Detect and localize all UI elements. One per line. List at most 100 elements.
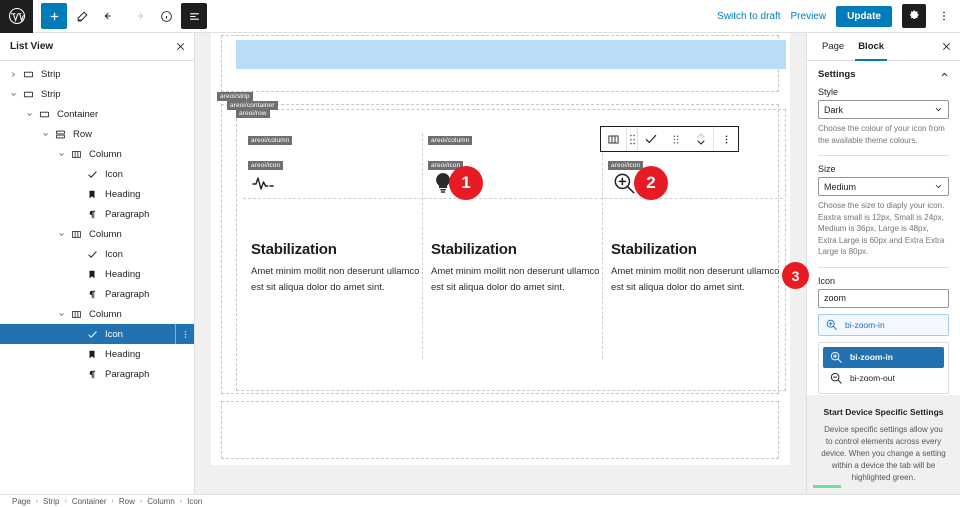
kebab-menu-icon[interactable] [713,127,738,151]
chevron-down-icon[interactable] [54,311,68,318]
zoom-in-icon [829,350,843,364]
close-icon[interactable] [941,41,952,52]
icon-current-selection[interactable]: bi-zoom-in [818,313,949,336]
breadcrumb: Page › Strip › Container › Row › Column › Icon [0,494,960,507]
style-select-value: Dark [824,104,844,115]
list-view-item-paragraph-15[interactable]: Paragraph [0,364,194,384]
breadcrumb-separator: › [64,497,67,505]
list-view-item-label: Column [89,308,122,320]
breadcrumb-item-column[interactable]: Column [147,497,175,506]
chevron-down-icon[interactable] [6,91,20,98]
list-view-item-icon-9[interactable]: Icon [0,244,194,264]
column-paragraph: Amet minim mollit non deserunt ullamco e… [431,266,600,293]
breadcrumb-separator: › [139,497,143,505]
tools-button[interactable] [69,3,95,29]
size-help-text: Choose the size to diaply your icon. Eax… [818,201,945,256]
strip-icon [20,89,36,100]
breadcrumb-separator: › [35,497,39,505]
settings-heading: Settings [818,68,856,80]
list-view-icon[interactable] [181,3,207,29]
breadcrumb-item-row[interactable]: Row [119,497,135,506]
divider [818,266,949,268]
style-select[interactable]: Dark [818,100,949,119]
settings-section-header[interactable]: Settings [807,61,960,87]
chevron-down-icon [934,105,943,114]
heading-icon [84,349,100,360]
list-view-item-row-3[interactable]: Row [0,124,194,144]
breadcrumb-item-icon[interactable]: Icon [187,497,202,506]
chevron-right-icon[interactable] [6,71,20,78]
breadcrumb-item-page[interactable]: Page [12,497,31,506]
close-icon[interactable] [175,41,186,52]
chevron-up-icon[interactable] [940,70,949,79]
chevron-down-icon[interactable] [38,131,52,138]
editor-canvas: areoi/strip Stabilization Amet minim mol… [195,33,806,494]
list-view-item-column-12[interactable]: Column [0,304,194,324]
kebab-menu-icon[interactable] [175,324,190,344]
list-view-item-paragraph-7[interactable]: Paragraph [0,204,194,224]
gear-icon[interactable] [902,4,926,28]
update-button[interactable]: Update [836,5,892,27]
breadcrumb-item-container[interactable]: Container [72,497,107,506]
block-label-column-2: areoi/column [428,136,473,145]
drag-handle-icon[interactable] [663,127,688,151]
list-view-item-column-8[interactable]: Column [0,224,194,244]
breadcrumb-item-strip[interactable]: Strip [43,497,59,506]
info-icon[interactable] [153,3,179,29]
check-icon [84,249,100,260]
column-icon [68,149,84,160]
list-view-panel: List View Strip Strip Container Row Column Ic… [0,33,195,494]
list-view-item-strip-0[interactable]: Strip [0,64,194,84]
list-view-item-icon-5[interactable]: Icon [0,164,194,184]
list-view-item-label: Column [89,148,122,160]
device-panel-text: Device specific settings allow you to co… [821,425,946,482]
block-strip-bottom[interactable] [221,401,779,459]
inspector-tabs: Page Block [807,33,960,61]
drag-handle-icon[interactable] [626,127,638,151]
block-inspector-panel: Page Block Settings Style Dark Choose th… [806,33,960,494]
wordpress-logo-icon[interactable] [0,0,33,33]
column-icon [68,229,84,240]
block-strip-top[interactable] [221,35,786,92]
list-view-item-column-4[interactable]: Column [0,144,194,164]
icon-search-input[interactable]: zoom [818,288,949,308]
chevron-down-icon[interactable] [54,151,68,158]
undo-button[interactable] [97,3,123,29]
paragraph-icon [84,209,100,220]
list-view-item-icon-13[interactable]: Icon [0,324,194,344]
chevron-down-icon[interactable] [22,111,36,118]
move-updown-icon[interactable] [688,127,713,151]
columns-wrapper: Stabilization Amet minim mollit non dese… [243,133,783,359]
tab-page[interactable]: Page [815,33,851,61]
check-icon[interactable] [638,127,663,151]
kebab-menu-icon[interactable] [936,10,952,22]
editor-top-bar: Switch to draft Preview Update [0,0,960,33]
icon-option-zoom-in[interactable]: bi-zoom-in [823,346,944,368]
list-view-item-paragraph-11[interactable]: Paragraph [0,284,194,304]
device-specific-settings-panel: Start Device Specific Settings Device sp… [807,395,960,494]
top-bar-button-group [41,3,207,29]
tab-block[interactable]: Block [851,33,891,61]
breadcrumb-separator: › [111,497,114,505]
list-view-item-heading-6[interactable]: Heading [0,184,194,204]
page-sheet: areoi/strip Stabilization Amet minim mol… [211,33,790,465]
size-select[interactable]: Medium [818,177,949,196]
block-label-icon-1: areoi/icon [248,161,284,170]
style-help-text: Choose the colour of your icon from the … [818,124,945,145]
list-view-item-container-2[interactable]: Container [0,104,194,124]
redo-button[interactable] [125,3,151,29]
list-view-header: List View [0,33,194,61]
switch-to-draft-button[interactable]: Switch to draft [717,11,780,22]
icon-field-label: Icon [818,275,836,286]
list-view-item-heading-10[interactable]: Heading [0,264,194,284]
breadcrumb-separator: › [179,497,183,505]
list-view-item-strip-1[interactable]: Strip [0,84,194,104]
size-select-value: Medium [824,181,857,192]
block-label-strip: areoi/strip [217,92,253,101]
preview-button[interactable]: Preview [791,11,827,22]
add-block-button[interactable] [41,3,67,29]
icon-option-zoom-out[interactable]: bi-zoom-out [823,368,944,389]
list-view-item-heading-14[interactable]: Heading [0,344,194,364]
chevron-down-icon[interactable] [54,231,68,238]
column-block-icon[interactable] [601,127,626,151]
